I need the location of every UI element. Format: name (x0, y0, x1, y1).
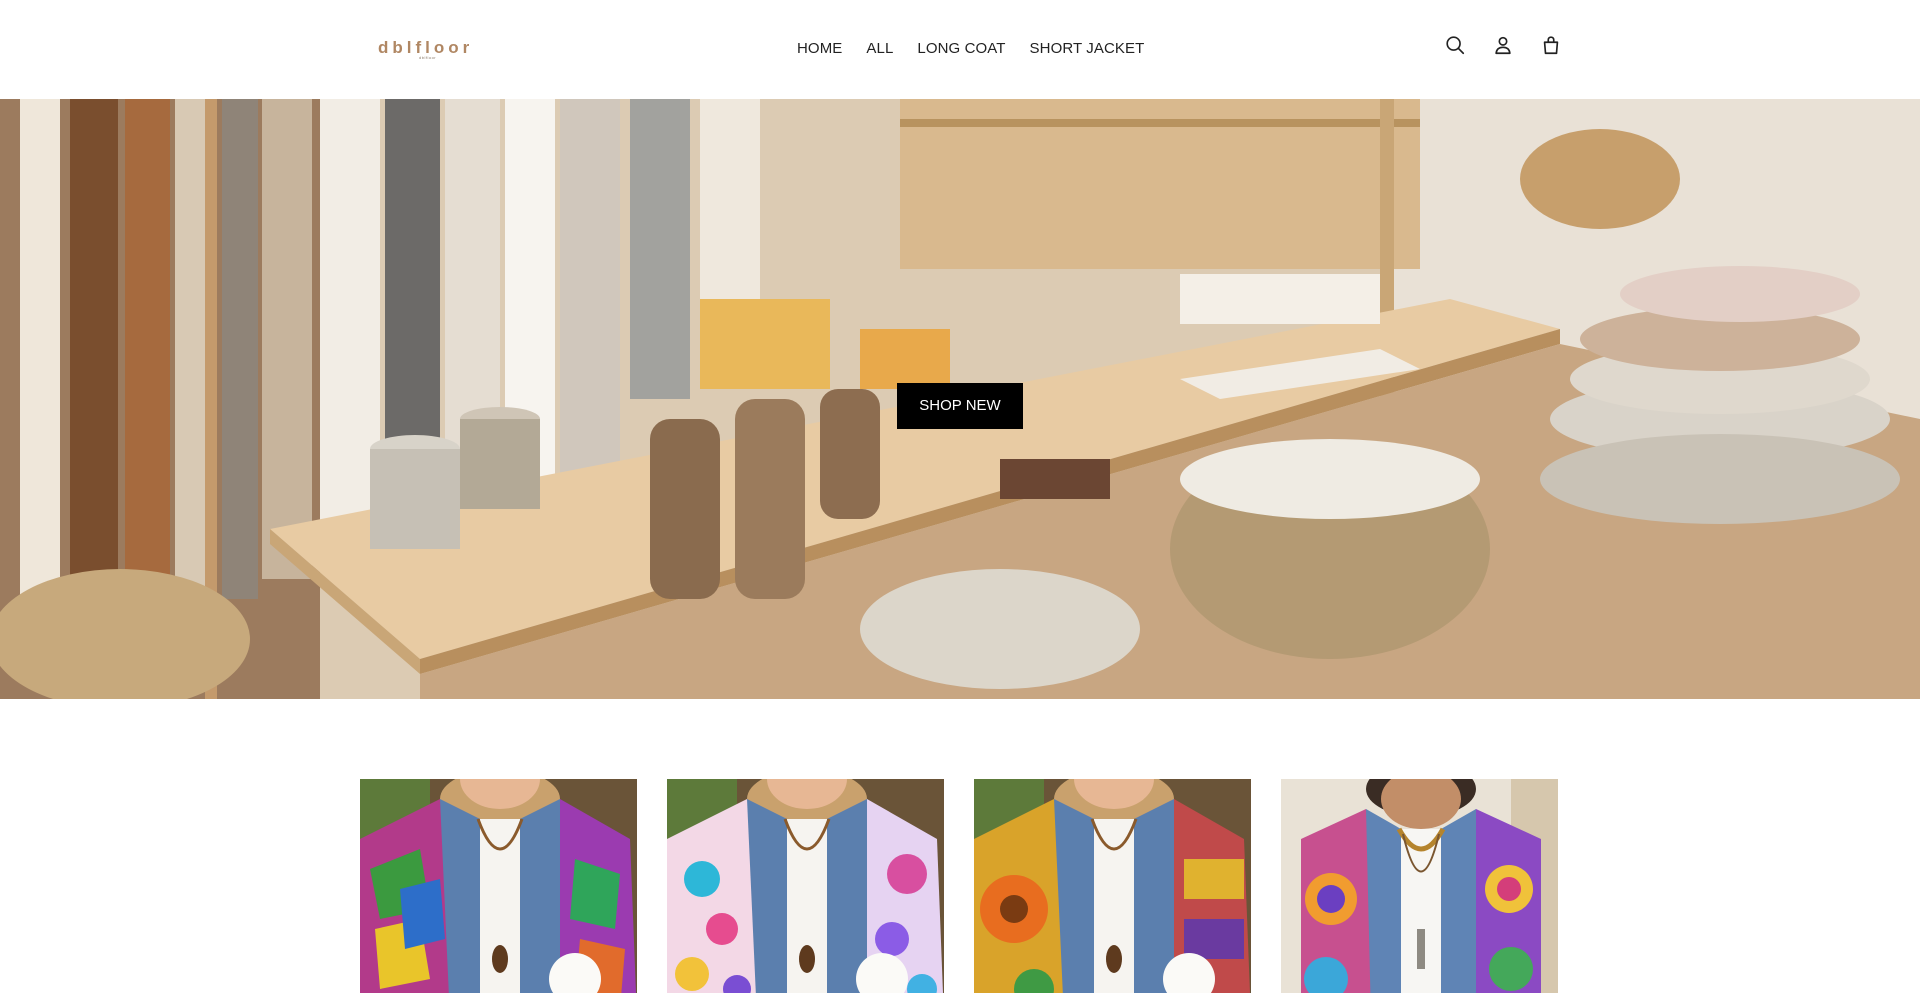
shopping-bag-icon (1543, 36, 1559, 55)
search-button[interactable] (1443, 33, 1467, 57)
site-logo[interactable]: dblfloor dblfloor (378, 38, 482, 64)
product-grid (360, 779, 1560, 993)
search-icon (1446, 36, 1465, 55)
product-card-hearts[interactable] (667, 779, 944, 993)
shop-new-button[interactable]: SHOP NEW (897, 383, 1023, 429)
product-image (667, 779, 944, 993)
product-image (974, 779, 1251, 993)
hero-banner: SHOP NEW (0, 99, 1920, 699)
product-image (360, 779, 637, 993)
site-header: dblfloor dblfloor HOME ALL LONG COAT SHO… (0, 0, 1920, 99)
product-card-patchwork[interactable] (360, 779, 637, 993)
nav-home[interactable]: HOME (797, 38, 842, 60)
product-image (1281, 779, 1558, 993)
main-nav: HOME ALL LONG COAT SHORT JACKET (797, 38, 1144, 60)
nav-short-jacket[interactable]: SHORT JACKET (1030, 38, 1145, 60)
cart-button[interactable] (1539, 33, 1563, 57)
account-button[interactable] (1491, 33, 1515, 57)
nav-long-coat[interactable]: LONG COAT (917, 38, 1005, 60)
product-card-sunflower[interactable] (974, 779, 1251, 993)
user-icon (1495, 36, 1511, 55)
product-card-tie-dye[interactable] (1281, 779, 1558, 993)
nav-all[interactable]: ALL (866, 38, 893, 60)
logo-tagline: dblfloor (419, 55, 437, 60)
